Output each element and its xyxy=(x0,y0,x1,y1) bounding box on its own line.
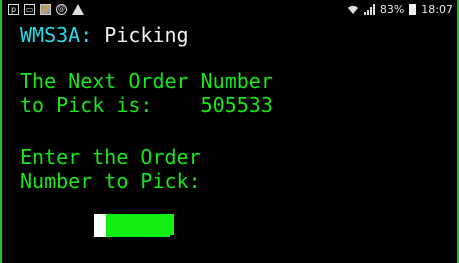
text-cursor xyxy=(94,214,106,237)
image-icon xyxy=(40,3,51,15)
battery-percent: 83% xyxy=(379,2,405,16)
screen-name: Picking xyxy=(92,23,189,47)
status-bar: p ▭ @ 83% 18:07 xyxy=(2,0,457,18)
battery-icon xyxy=(409,3,417,15)
order-number-input[interactable] xyxy=(106,214,174,235)
clock: 18:07 xyxy=(421,2,453,16)
next-order-number: 505533 xyxy=(200,93,273,117)
message-icon: ▭ xyxy=(24,3,35,15)
wifi-icon xyxy=(347,5,358,14)
screen-title: WMS3A: Picking xyxy=(20,24,189,46)
warning-icon xyxy=(72,3,84,15)
next-order-label-line1: The Next Order Number xyxy=(20,69,273,93)
input-underline xyxy=(106,235,170,237)
signal-icon xyxy=(363,3,375,15)
next-order-line2: to Pick is: 505533 xyxy=(20,94,273,116)
terminal-screen: p ▭ @ 83% 18:07 WMS3A: Picking The Next … xyxy=(0,0,459,263)
app-code: WMS3A: xyxy=(20,23,93,47)
order-prompt-line2: Number to Pick: xyxy=(20,169,201,193)
status-bar-system: 83% 18:07 xyxy=(347,3,453,16)
p-notification-icon: p xyxy=(8,3,19,15)
order-prompt-line1: Enter the Order xyxy=(20,145,201,169)
next-order-label-line2: to Pick is: xyxy=(20,93,153,117)
status-bar-notifications: p ▭ @ xyxy=(8,3,84,15)
at-icon: @ xyxy=(56,3,67,15)
